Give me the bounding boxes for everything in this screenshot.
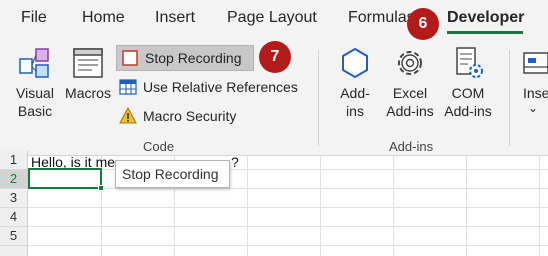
use-relative-references-button[interactable]: Use Relative References (119, 76, 298, 98)
add-ins-label-1: Add- (340, 85, 370, 101)
chevron-down-icon: ⌄ (528, 101, 539, 115)
add-ins-group-label: Add-ins (389, 139, 434, 154)
visual-basic-icon (19, 48, 49, 78)
code-group-label: Code (143, 139, 175, 154)
row-header[interactable]: 4 (0, 208, 28, 227)
add-ins-label-2: ins (346, 103, 364, 119)
tab-formulas[interactable]: Formulas (348, 9, 415, 27)
step-badge-stop-recording: 7 (259, 41, 291, 73)
step-badge-developer: 6 (407, 8, 439, 40)
macros-label: Macros (65, 85, 111, 101)
macros-button[interactable]: Macros (63, 45, 113, 102)
tab-file[interactable]: File (21, 9, 47, 27)
com-add-ins-label-2: Add-ins (444, 103, 492, 119)
ribbon-tab-bar: File Home Insert Page Layout Formulas De… (0, 0, 548, 38)
macro-security-button[interactable]: Macro Security (119, 105, 236, 127)
stop-recording-label: Stop Recording (145, 50, 242, 66)
cell-a1-text-tail: ? (231, 154, 239, 170)
visual-basic-label-1: Visual (16, 85, 54, 101)
tab-developer[interactable]: Developer (447, 9, 524, 27)
group-separator (318, 50, 319, 146)
row-header[interactable] (0, 246, 28, 256)
group-separator (509, 50, 510, 146)
insert-controls-button[interactable]: Inse ⌄ (520, 45, 548, 114)
insert-controls-label: Inse (523, 85, 548, 101)
worksheet-grid[interactable]: 1 2 3 4 5 Hello, is it me ? (0, 151, 548, 256)
add-ins-button[interactable]: Add- ins (331, 45, 379, 120)
excel-add-ins-button[interactable]: Excel Add-ins (383, 45, 437, 120)
gridline (28, 188, 548, 189)
use-relative-references-label: Use Relative References (143, 79, 298, 95)
relative-references-icon (119, 79, 137, 95)
stop-recording-button[interactable]: Stop Recording (116, 45, 254, 71)
com-add-ins-button[interactable]: COM Add-ins (441, 45, 495, 120)
gridline (539, 156, 540, 256)
row-header[interactable]: 5 (0, 227, 28, 246)
stop-recording-tooltip: Stop Recording (115, 160, 230, 188)
tab-home[interactable]: Home (82, 9, 125, 27)
toolbox-icon (523, 52, 548, 74)
com-gear-document-icon (456, 47, 483, 78)
row-header[interactable]: 1 (0, 151, 28, 170)
active-tab-indicator (447, 31, 523, 34)
gridline (247, 156, 248, 256)
visual-basic-button[interactable]: Visual Basic (10, 45, 60, 120)
gridline (28, 226, 548, 227)
gridline (466, 156, 467, 256)
macro-security-label: Macro Security (143, 108, 237, 124)
stop-record-icon (122, 50, 138, 66)
active-cell-a2[interactable] (28, 168, 102, 189)
excel-add-ins-label-1: Excel (392, 85, 428, 101)
warning-icon (119, 107, 137, 124)
tab-insert[interactable]: Insert (155, 9, 195, 27)
excel-add-ins-label-2: Add-ins (386, 103, 434, 119)
gear-icon (398, 51, 422, 75)
hexagon-icon (342, 47, 368, 79)
gridline (320, 156, 321, 256)
tab-page-layout[interactable]: Page Layout (227, 9, 317, 27)
com-add-ins-label-1: COM (451, 85, 485, 101)
gridline (28, 207, 548, 208)
gridline (28, 245, 548, 246)
fill-handle[interactable] (98, 185, 104, 191)
visual-basic-label-2: Basic (17, 103, 53, 119)
gridline (393, 156, 394, 256)
row-header[interactable]: 2 (0, 170, 28, 189)
macros-icon (73, 48, 103, 78)
row-header[interactable]: 3 (0, 189, 28, 208)
